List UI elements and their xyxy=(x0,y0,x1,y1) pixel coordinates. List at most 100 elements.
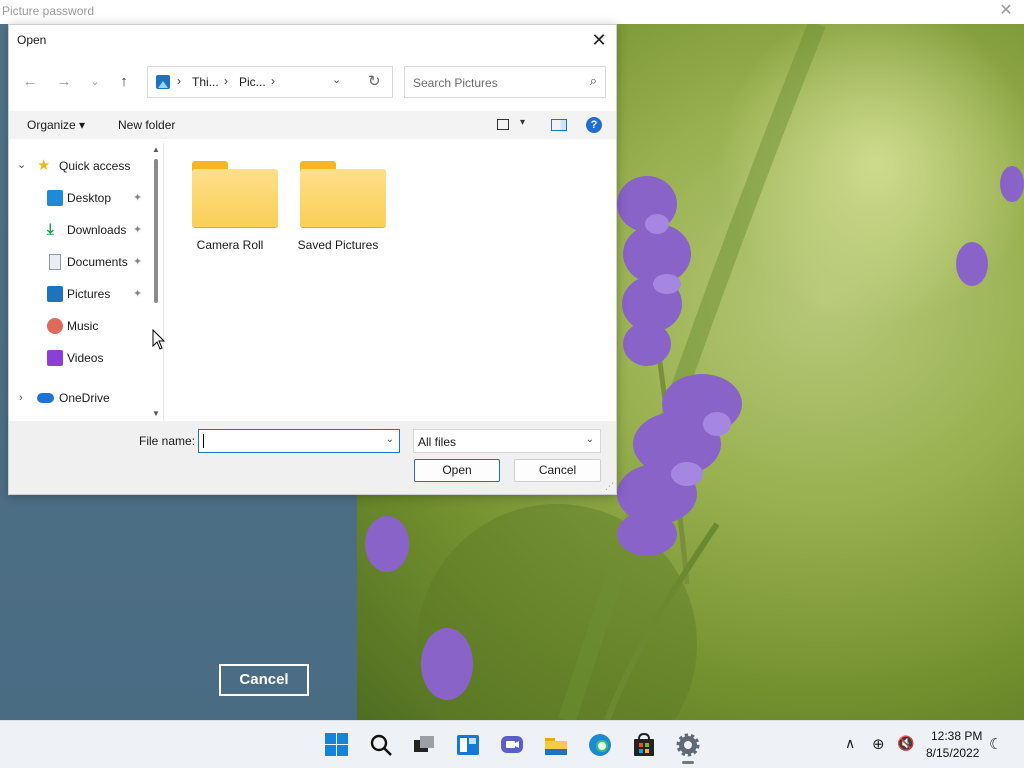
scroll-thumb[interactable] xyxy=(154,159,158,303)
address-dropdown-icon[interactable]: ⌄ xyxy=(332,73,341,86)
mouse-cursor-icon xyxy=(152,329,166,350)
search-icon[interactable] xyxy=(368,732,394,758)
file-type-value: All files xyxy=(418,435,457,449)
folder-label: Saved Pictures xyxy=(297,238,379,252)
help-icon[interactable]: ? xyxy=(586,117,602,133)
nav-label: Videos xyxy=(67,351,104,365)
expand-icon[interactable]: › xyxy=(19,387,23,409)
nav-scrollbar[interactable]: ▲ ▼ xyxy=(150,145,162,419)
recent-locations-button[interactable]: ⌄ xyxy=(85,73,105,91)
edge-browser-icon[interactable] xyxy=(587,732,613,758)
microsoft-store-icon[interactable] xyxy=(631,732,657,758)
breadcrumb-separator: › xyxy=(177,74,181,88)
navigation-pane: ⌄ ★ Quick access Desktop ✦ ⤓ Downloads ✦… xyxy=(9,143,164,421)
back-button[interactable]: ← xyxy=(20,73,40,91)
chevron-down-icon[interactable]: ⌄ xyxy=(586,434,594,445)
search-placeholder: Search Pictures xyxy=(413,76,498,90)
star-icon: ★ xyxy=(37,157,51,174)
scroll-down-icon[interactable]: ▼ xyxy=(152,409,160,418)
folder-icon xyxy=(192,161,278,229)
file-name-input[interactable]: ⌄ xyxy=(198,429,400,453)
view-mode-icon[interactable] xyxy=(497,119,509,130)
volume-muted-icon[interactable]: 🔇 xyxy=(897,735,914,752)
nav-pictures[interactable]: Pictures ✦ xyxy=(9,283,149,305)
open-button[interactable]: Open xyxy=(414,459,500,482)
breadcrumb-pictures[interactable]: Pic... xyxy=(239,75,266,89)
settings-gear-icon[interactable] xyxy=(675,732,701,764)
forward-button[interactable]: → xyxy=(54,73,74,91)
pin-icon: ✦ xyxy=(133,256,143,268)
nav-videos[interactable]: Videos xyxy=(9,347,149,369)
nav-label: Music xyxy=(67,319,99,333)
file-name-label: File name: xyxy=(139,434,196,448)
file-type-select[interactable]: All files ⌄ xyxy=(413,429,601,453)
nav-onedrive[interactable]: › OneDrive xyxy=(9,387,149,409)
dialog-title: Open xyxy=(17,33,47,47)
clock-time[interactable]: 12:38 PM xyxy=(931,729,982,743)
downloads-icon: ⤓ xyxy=(47,221,54,238)
desktop-icon xyxy=(47,190,63,206)
nav-label: Downloads xyxy=(67,223,127,237)
nav-label: Quick access xyxy=(59,159,131,173)
pin-icon: ✦ xyxy=(133,288,143,300)
videos-icon xyxy=(47,350,63,366)
music-icon xyxy=(47,318,63,334)
teams-chat-icon[interactable] xyxy=(499,732,525,758)
expand-icon[interactable]: ⌄ xyxy=(17,154,26,176)
breadcrumb-separator[interactable]: › xyxy=(271,74,275,88)
folder-label: Camera Roll xyxy=(196,238,264,252)
refresh-icon[interactable]: ↻ xyxy=(368,72,381,90)
chevron-down-icon[interactable]: ⌄ xyxy=(386,434,394,445)
nav-documents[interactable]: Documents ✦ xyxy=(9,251,149,273)
breadcrumb-separator: › xyxy=(224,74,228,88)
file-explorer-icon[interactable] xyxy=(543,732,569,758)
task-view-icon[interactable] xyxy=(411,732,437,758)
pictures-icon xyxy=(47,286,63,302)
nav-label: Documents xyxy=(67,255,128,269)
active-indicator xyxy=(682,761,694,764)
cloud-icon xyxy=(37,393,54,403)
app-titlebar: Picture password ✕ xyxy=(0,0,1024,24)
folder-item[interactable]: Saved Pictures xyxy=(288,155,388,265)
network-icon[interactable]: ⊕ xyxy=(872,735,885,753)
folder-item[interactable]: Camera Roll xyxy=(180,155,280,265)
show-hidden-icons-icon[interactable]: ∧ xyxy=(845,735,855,752)
nav-desktop[interactable]: Desktop ✦ xyxy=(9,187,149,209)
taskbar: ∧ ⊕ 🔇 12:38 PM 8/15/2022 ☾ xyxy=(0,720,1024,768)
resize-grip[interactable]: ⋰ xyxy=(605,481,614,492)
nav-label: OneDrive xyxy=(59,391,110,405)
widgets-icon[interactable] xyxy=(455,732,481,758)
app-title: Picture password xyxy=(2,4,95,18)
address-bar[interactable]: › Thi... › Pic... › ⌄ ↻ xyxy=(147,66,393,98)
nav-quick-access[interactable]: ⌄ ★ Quick access xyxy=(9,155,149,177)
organize-button[interactable]: Organize ▾ xyxy=(27,118,85,132)
search-input[interactable]: Search Pictures ⌕ xyxy=(404,66,606,98)
start-icon[interactable] xyxy=(324,732,350,758)
nav-label: Pictures xyxy=(67,287,111,301)
open-file-dialog: Open ✕ ← → ⌄ ↑ › Thi... › Pic... › ⌄ ↻ S… xyxy=(8,24,617,495)
pin-icon: ✦ xyxy=(133,192,143,204)
pictures-location-icon xyxy=(156,75,170,89)
dialog-footer: File name: ⌄ All files ⌄ Open Cancel ⋰ xyxy=(9,421,616,494)
documents-icon xyxy=(49,254,61,270)
breadcrumb-this-pc[interactable]: Thi... xyxy=(192,75,219,89)
nav-music[interactable]: Music xyxy=(9,315,149,337)
nav-label: Desktop xyxy=(67,191,112,205)
preview-pane-icon[interactable] xyxy=(551,119,567,131)
dialog-close-button[interactable]: ✕ xyxy=(588,29,610,51)
nav-downloads[interactable]: ⤓ Downloads ✦ xyxy=(9,219,149,241)
file-list: Camera Roll Saved Pictures xyxy=(164,143,616,421)
pin-icon: ✦ xyxy=(133,224,143,236)
search-icon[interactable]: ⌕ xyxy=(590,73,597,89)
text-caret xyxy=(203,434,204,448)
clock-date[interactable]: 8/15/2022 xyxy=(926,746,979,760)
scroll-up-icon[interactable]: ▲ xyxy=(152,145,160,154)
view-dropdown-icon[interactable]: ▾ xyxy=(520,117,525,128)
new-folder-button[interactable]: New folder xyxy=(118,118,175,132)
picture-password-cancel-button[interactable]: Cancel xyxy=(219,664,309,696)
focus-assist-icon[interactable]: ☾ xyxy=(989,735,1002,753)
command-bar: Organize ▾ New folder ▾ ? xyxy=(9,111,616,139)
up-button[interactable]: ↑ xyxy=(114,73,134,91)
cancel-button[interactable]: Cancel xyxy=(514,459,601,482)
app-close-button[interactable]: ✕ xyxy=(996,1,1016,21)
